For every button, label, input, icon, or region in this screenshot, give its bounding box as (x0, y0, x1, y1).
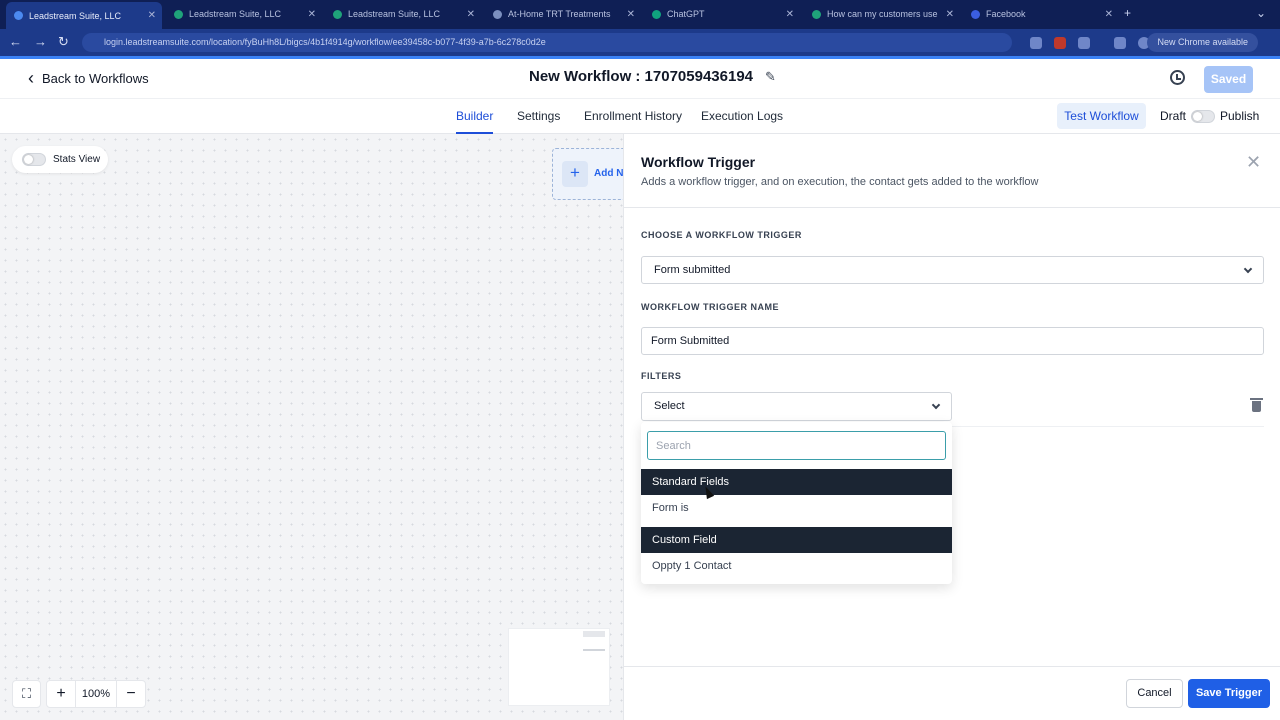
save-trigger-button[interactable]: Save Trigger (1188, 679, 1270, 708)
add-trigger-label: Add New Trigger (594, 168, 623, 179)
browser-tab[interactable]: At-Home TRT Treatments ✕ (485, 5, 641, 23)
close-icon[interactable]: ✕ (1246, 152, 1261, 173)
filter-select[interactable]: Select (641, 392, 952, 421)
close-tab-icon[interactable]: ✕ (1105, 9, 1113, 20)
favicon-icon (493, 9, 502, 19)
plus-icon: + (562, 161, 588, 187)
tab-settings[interactable]: Settings (517, 109, 560, 123)
minimap-node (583, 649, 605, 651)
browser-tab[interactable]: Leadstream Suite, LLC ✕ (166, 5, 322, 23)
workflow-tabs: Builder Settings Enrollment History Exec… (0, 99, 1280, 134)
back-label: Back to Workflows (42, 70, 149, 86)
close-tab-icon[interactable]: ✕ (627, 9, 635, 20)
browser-tab[interactable]: Leadstream Suite, LLC ✕ (6, 2, 162, 29)
divider (624, 207, 1280, 208)
publish-label: Publish (1220, 109, 1260, 123)
test-workflow-button[interactable]: Test Workflow (1057, 103, 1146, 129)
app-header: ‹ Back to Workflows New Workflow : 17070… (0, 59, 1280, 99)
chrome-update-pill[interactable]: New Chrome available (1147, 33, 1258, 52)
chevron-down-icon (1243, 264, 1253, 274)
panel-title: Workflow Trigger (641, 154, 756, 170)
browser-tab[interactable]: Facebook ✕ (963, 5, 1119, 23)
filter-select-value: Select (654, 400, 685, 412)
browser-tab[interactable]: Leadstream Suite, LLC ✕ (325, 5, 481, 23)
sidepanel-icon[interactable] (1114, 37, 1126, 49)
filters-label: FILTERS (641, 371, 682, 381)
panel-subtitle: Adds a workflow trigger, and on executio… (641, 176, 1039, 188)
divider (952, 426, 1264, 427)
url-field[interactable]: login.leadstreamsuite.com/location/fyBuH… (82, 33, 1012, 52)
close-tab-icon[interactable]: ✕ (148, 10, 156, 21)
new-tab-icon[interactable]: + (1124, 6, 1131, 20)
favicon-icon (812, 9, 821, 19)
trigger-type-value: Form submitted (654, 264, 731, 276)
filter-search-input[interactable] (647, 431, 946, 460)
workflow-title: New Workflow : 1707059436194 ✎ (529, 68, 776, 85)
extension-icon[interactable] (1078, 37, 1090, 49)
close-tab-icon[interactable]: ✕ (308, 9, 316, 20)
saved-button[interactable]: Saved (1204, 66, 1253, 93)
tab-execution-logs[interactable]: Execution Logs (701, 109, 783, 123)
zoom-level: 100% (75, 681, 117, 707)
pencil-icon[interactable]: ✎ (765, 69, 776, 85)
close-tab-icon[interactable]: ✕ (786, 9, 794, 20)
option-group-standard-fields: Standard Fields (641, 469, 952, 495)
reload-icon[interactable]: ↻ (58, 34, 69, 50)
draft-label: Draft (1160, 109, 1187, 123)
browser-tab-bar: Leadstream Suite, LLC ✕ Leadstream Suite,… (0, 0, 1280, 29)
minimap-node (583, 631, 605, 637)
trash-icon[interactable] (1250, 398, 1263, 412)
workflow-trigger-panel: Workflow Trigger Adds a workflow trigger… (623, 134, 1280, 720)
minimap[interactable] (508, 628, 610, 706)
cancel-button[interactable]: Cancel (1126, 679, 1183, 708)
extension-icon[interactable] (1030, 37, 1042, 49)
workflow-title-text: New Workflow : 1707059436194 (529, 68, 754, 85)
panel-footer-divider (624, 666, 1280, 667)
favicon-icon (333, 9, 342, 19)
option-form-is[interactable]: Form is (641, 495, 952, 521)
filter-dropdown: Standard Fields Form is Custom Field Opp… (641, 422, 952, 584)
fit-view-icon[interactable]: ⛶ (12, 680, 41, 708)
publish-toggle[interactable] (1191, 110, 1215, 123)
chevron-left-icon: ‹ (28, 68, 34, 88)
close-tab-icon[interactable]: ✕ (467, 9, 475, 20)
tab-search-icon[interactable]: ⌄ (1256, 6, 1266, 20)
zoom-out-button[interactable]: − (117, 681, 145, 707)
favicon-icon (174, 9, 183, 19)
browser-forward-icon[interactable]: → (34, 34, 47, 49)
zoom-controls: + 100% − (46, 680, 146, 708)
favicon-icon (652, 9, 661, 19)
browser-tab[interactable]: ChatGPT ✕ (644, 5, 800, 23)
favicon-icon (14, 11, 23, 20)
history-icon[interactable] (1170, 70, 1185, 85)
chevron-down-icon (931, 400, 941, 410)
back-to-workflows-link[interactable]: ‹ Back to Workflows (28, 69, 149, 87)
stats-toggle-switch[interactable] (22, 153, 46, 166)
close-tab-icon[interactable]: ✕ (946, 9, 954, 20)
workflow-canvas[interactable]: Stats View + Add New Trigger ⛶ + 100% − (0, 134, 623, 720)
browser-tab[interactable]: How can my customers use ✕ (804, 5, 960, 23)
zoom-in-button[interactable]: + (47, 681, 75, 707)
choose-trigger-label: CHOOSE A WORKFLOW TRIGGER (641, 230, 802, 240)
browser-address-bar: ← → ↻ login.leadstreamsuite.com/location… (0, 29, 1280, 56)
option-oppty-1-contact[interactable]: Oppty 1 Contact (641, 553, 952, 579)
extension-icon[interactable] (1054, 37, 1066, 49)
favicon-icon (971, 9, 980, 19)
tab-enrollment-history[interactable]: Enrollment History (584, 109, 682, 123)
trigger-name-input[interactable]: Form Submitted (641, 327, 1264, 355)
option-group-custom-field: Custom Field (641, 527, 952, 553)
trigger-name-label: WORKFLOW TRIGGER NAME (641, 302, 779, 312)
browser-back-icon[interactable]: ← (9, 34, 22, 49)
add-trigger-node[interactable]: + Add New Trigger (552, 148, 623, 200)
stats-view-toggle[interactable]: Stats View (12, 146, 108, 173)
tab-builder[interactable]: Builder (456, 109, 494, 134)
stats-view-label: Stats View (53, 154, 101, 165)
trigger-type-select[interactable]: Form submitted (641, 256, 1264, 284)
